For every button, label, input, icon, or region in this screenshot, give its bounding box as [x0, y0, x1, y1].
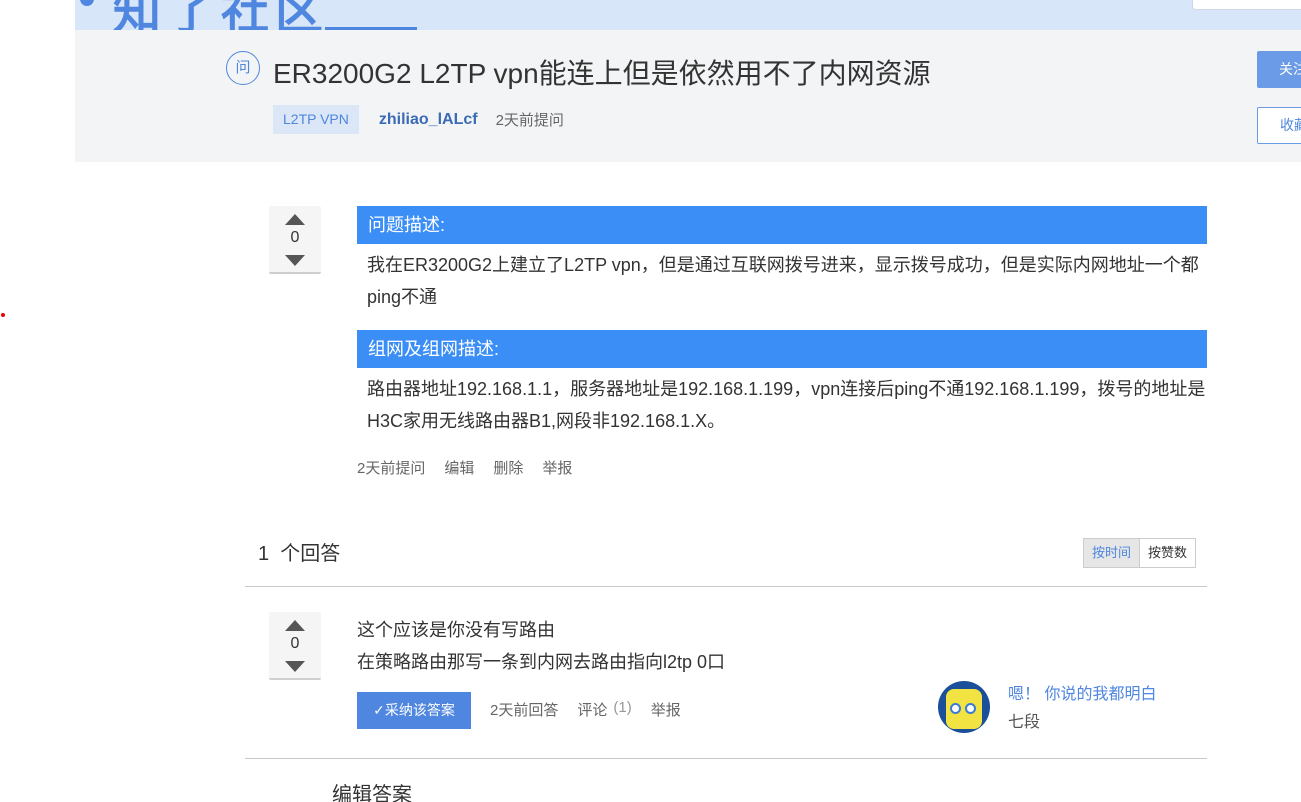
network-description-text: 路由器地址192.168.1.1，服务器地址是192.168.1.199，vpn… — [367, 379, 1206, 431]
question-vote-widget: 0 — [269, 206, 321, 274]
follow-button[interactable]: 关注 — [1257, 51, 1301, 88]
collect-button[interactable]: 收藏 — [1257, 107, 1301, 144]
answer-body: 这个应该是你没有写路由 在策略路由那写一条到内网去路由指向l2tp 0口 — [357, 614, 725, 678]
question-vote-count: 0 — [290, 229, 300, 246]
answer-vote-count: 0 — [290, 635, 300, 652]
problem-description-text: 我在ER3200G2上建立了L2TP vpn，但是通过互联网拨号进来，显示拨号成… — [367, 255, 1199, 307]
question-actions: 2天前提问 编辑 删除 举报 — [357, 457, 591, 478]
site-logo[interactable]: 知了社区 — [113, 0, 329, 30]
upvote-arrow-icon[interactable] — [285, 214, 305, 225]
delete-question-link[interactable]: 删除 — [493, 457, 523, 478]
question-asked-time-footer: 2天前提问 — [357, 460, 426, 477]
upvote-arrow-icon[interactable] — [285, 620, 305, 631]
report-question-link[interactable]: 举报 — [542, 457, 572, 478]
answers-divider — [245, 586, 1207, 587]
edit-answer-heading: 编辑答案 — [332, 784, 412, 802]
top-banner: 知了社区 — [75, 0, 1301, 30]
logo-mark-icon — [80, 0, 94, 6]
answer-vote-widget: 0 — [269, 612, 321, 680]
question-title: ER3200G2 L2TP vpn能连上但是依然用不了内网资源 — [273, 58, 931, 89]
answer-line: 在策略路由那写一条到内网去路由指向l2tp 0口 — [357, 652, 726, 672]
answered-time: 2天前回答 — [490, 702, 559, 719]
question-author-link[interactable]: zhiliao_lALcf — [379, 111, 478, 129]
edit-question-link[interactable]: 编辑 — [444, 457, 474, 478]
user-signature[interactable]: 嗯！ 你说的我都明白 — [1008, 680, 1156, 704]
answer-sort-toggle: 按时间 按赞数 — [1083, 538, 1197, 568]
sort-by-time-button[interactable]: 按时间 — [1084, 539, 1141, 567]
downvote-arrow-icon[interactable] — [285, 255, 305, 266]
downvote-arrow-icon[interactable] — [285, 661, 305, 672]
answer-actions: 2天前回答 评论 (1) 举报 — [490, 699, 700, 720]
avatar-eye — [965, 703, 976, 714]
avatar-eye — [950, 703, 961, 714]
question-meta: L2TP VPN zhiliao_lALcf 2天前提问 — [273, 105, 564, 134]
search-input[interactable] — [1192, 0, 1301, 10]
question-header: 问 ER3200G2 L2TP vpn能连上但是依然用不了内网资源 L2TP V… — [75, 30, 1301, 162]
report-answer-link[interactable]: 举报 — [651, 699, 681, 720]
question-tag[interactable]: L2TP VPN — [273, 105, 359, 134]
problem-description-heading: 问题描述: — [357, 206, 1207, 244]
comment-count: (1) — [613, 699, 632, 716]
user-rank: 七段 — [1008, 714, 1041, 731]
answer-line: 这个应该是你没有写路由 — [357, 620, 555, 640]
accept-answer-button[interactable]: ✓采纳该答案 — [357, 692, 471, 729]
avatar-face — [946, 689, 982, 729]
network-description-heading: 组网及组网描述: — [357, 330, 1207, 368]
question-asked-time: 2天前提问 — [495, 112, 564, 129]
comment-link[interactable]: 评论 — [577, 699, 607, 720]
sort-by-votes-button[interactable]: 按赞数 — [1140, 539, 1196, 567]
user-avatar[interactable] — [938, 681, 990, 733]
answer-count: 1 个回答 — [258, 543, 341, 565]
answer-divider — [245, 758, 1207, 759]
stray-red-dot — [1, 313, 5, 317]
question-badge-icon: 问 — [226, 51, 260, 85]
